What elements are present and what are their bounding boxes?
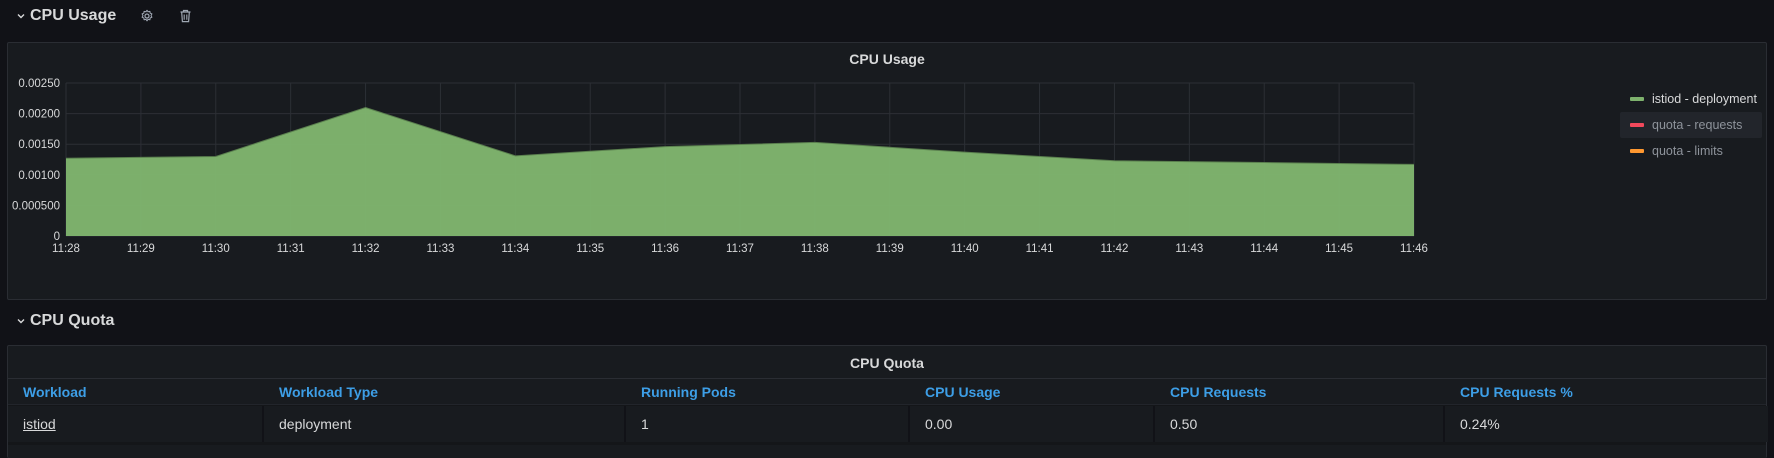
x-tick-label: 11:44 bbox=[1250, 243, 1279, 255]
cell-running-pods: 1 bbox=[626, 406, 910, 442]
cpu-usage-panel: CPU Usage 0 0.000500 0.00100 0.00150 0.00200… bbox=[7, 42, 1767, 300]
cpu-usage-chart[interactable]: 0 0.000500 0.00100 0.00150 0.00200 0.00250 11:… bbox=[8, 43, 1608, 301]
legend-swatch bbox=[1630, 123, 1644, 127]
x-tick-label: 11:35 bbox=[576, 243, 604, 255]
table-row: istiod deployment 1 0.00 0.50 0.24% bbox=[8, 404, 1768, 445]
column-header-workload[interactable]: Workload bbox=[8, 379, 264, 405]
legend-label: quota - limits bbox=[1652, 144, 1723, 158]
row-header-cpu-usage: CPU Usage bbox=[14, 2, 214, 30]
x-tick-label: 11:38 bbox=[801, 243, 829, 255]
x-tick-label: 11:31 bbox=[277, 243, 305, 255]
x-tick-label: 11:28 bbox=[52, 243, 80, 255]
row-title-cpu-usage[interactable]: CPU Usage bbox=[30, 7, 116, 25]
x-tick-label: 11:40 bbox=[951, 243, 979, 255]
column-header-cpu-requests[interactable]: CPU Requests bbox=[1155, 379, 1445, 405]
cell-cpu-requests-pct: 0.24% bbox=[1445, 406, 1768, 442]
trash-icon[interactable] bbox=[176, 7, 194, 25]
chevron-down-icon[interactable] bbox=[14, 314, 28, 328]
x-tick-label: 11:42 bbox=[1100, 243, 1128, 255]
legend-label: istiod - deployment bbox=[1652, 92, 1757, 106]
x-tick-label: 11:45 bbox=[1325, 243, 1353, 255]
column-header-running-pods[interactable]: Running Pods bbox=[626, 379, 910, 405]
column-header-workload-type[interactable]: Workload Type bbox=[264, 379, 626, 405]
table-header: Workload Workload Type Running Pods CPU … bbox=[8, 378, 1766, 405]
legend-item[interactable]: quota - limits bbox=[1620, 138, 1762, 164]
workload-link[interactable]: istiod bbox=[23, 416, 56, 432]
y-tick-label: 0.00100 bbox=[18, 170, 60, 182]
chart-legend: istiod - deployment quota - requests quota… bbox=[1620, 86, 1762, 164]
cell-workload: istiod bbox=[8, 406, 264, 442]
x-tick-label: 11:43 bbox=[1175, 243, 1203, 255]
legend-label: quota - requests bbox=[1652, 118, 1743, 132]
legend-swatch bbox=[1630, 97, 1644, 101]
legend-item[interactable]: istiod - deployment bbox=[1620, 86, 1762, 112]
gear-icon[interactable] bbox=[138, 7, 156, 25]
y-tick-label: 0.00200 bbox=[18, 109, 60, 121]
cell-workload-type: deployment bbox=[264, 406, 626, 442]
x-tick-label: 11:34 bbox=[501, 243, 530, 255]
y-tick-label: 0.00250 bbox=[18, 78, 60, 90]
row-title-cpu-quota[interactable]: CPU Quota bbox=[30, 312, 114, 330]
dashboard: CPU Usage CPU Usage 0 0.000500 0.00100 0.00… bbox=[0, 0, 1774, 458]
y-tick-label: 0.00150 bbox=[18, 139, 60, 151]
y-tick-label: 0 bbox=[54, 231, 60, 243]
x-tick-label: 11:36 bbox=[651, 243, 679, 255]
panel-title: CPU Quota bbox=[850, 355, 924, 371]
cpu-quota-panel: CPU Quota Workload Workload Type Running… bbox=[7, 345, 1768, 458]
column-header-cpu-requests-pct[interactable]: CPU Requests % bbox=[1445, 379, 1768, 405]
chevron-down-icon[interactable] bbox=[14, 9, 28, 23]
x-tick-label: 11:41 bbox=[1026, 243, 1054, 255]
cell-cpu-usage: 0.00 bbox=[910, 406, 1155, 442]
legend-swatch bbox=[1630, 149, 1644, 153]
x-tick-label: 11:30 bbox=[202, 243, 230, 255]
x-tick-label: 11:29 bbox=[127, 243, 155, 255]
cell-cpu-requests: 0.50 bbox=[1155, 406, 1445, 442]
x-tick-label: 11:46 bbox=[1400, 243, 1428, 255]
x-tick-label: 11:39 bbox=[876, 243, 904, 255]
y-tick-label: 0.000500 bbox=[12, 200, 60, 212]
x-tick-label: 11:33 bbox=[426, 243, 454, 255]
x-tick-label: 11:32 bbox=[352, 243, 380, 255]
legend-item[interactable]: quota - requests bbox=[1620, 112, 1762, 138]
column-header-cpu-usage[interactable]: CPU Usage bbox=[910, 379, 1155, 405]
x-tick-label: 11:37 bbox=[726, 243, 754, 255]
row-header-cpu-quota: CPU Quota bbox=[14, 307, 136, 335]
